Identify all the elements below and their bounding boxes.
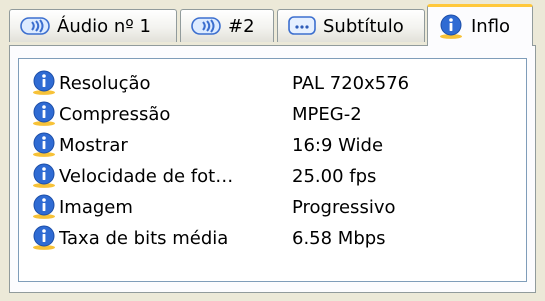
- info-list[interactable]: Resolução PAL 720x576 Compressão MPEG-2: [18, 58, 527, 282]
- list-item: Mostrar 16:9 Wide: [31, 131, 511, 159]
- info-icon: [31, 132, 57, 158]
- info-value: 16:9 Wide: [292, 134, 384, 156]
- info-value: 6.58 Mbps: [292, 227, 386, 249]
- tab-audio-1[interactable]: Áudio nº 1: [9, 9, 177, 42]
- list-item: Imagem Progressivo: [31, 193, 511, 221]
- audio-speaker-icon: [20, 16, 50, 36]
- list-item: Taxa de bits média 6.58 Mbps: [31, 224, 511, 252]
- subtitle-icon: [288, 15, 316, 37]
- info-label: Taxa de bits média: [59, 227, 229, 249]
- info-label: Mostrar: [59, 134, 128, 156]
- info-icon: [31, 163, 57, 189]
- info-icon: [31, 70, 57, 96]
- list-item: Compressão MPEG-2: [31, 100, 511, 128]
- tab-label: Inflo: [471, 16, 511, 37]
- info-icon: [438, 14, 464, 40]
- tab-label: #2: [228, 15, 255, 37]
- audio-speaker-icon: [191, 16, 221, 36]
- info-label: Compressão: [59, 103, 171, 125]
- list-item: Resolução PAL 720x576: [31, 69, 511, 97]
- info-icon: [31, 101, 57, 127]
- info-label: Resolução: [59, 72, 151, 94]
- tab-info[interactable]: Inflo: [427, 4, 533, 46]
- info-icon: [31, 225, 57, 251]
- info-value: MPEG-2: [292, 103, 362, 125]
- tab-label: Áudio nº 1: [57, 15, 151, 37]
- info-value: Progressivo: [292, 196, 396, 218]
- info-icon: [31, 194, 57, 220]
- tab-strip: Áudio nº 1 #2 Subtítulo Inflo: [0, 0, 545, 50]
- tab-subtitle[interactable]: Subtítulo: [277, 9, 425, 42]
- info-value: PAL 720x576: [292, 72, 410, 94]
- info-label: Imagem: [59, 196, 133, 218]
- info-panel: Resolução PAL 720x576 Compressão MPEG-2: [9, 45, 536, 293]
- info-label: Velocidade de fot…: [59, 165, 234, 187]
- info-value: 25.00 fps: [292, 165, 377, 187]
- tab-audio-2[interactable]: #2: [180, 9, 274, 42]
- tab-label: Subtítulo: [323, 15, 404, 37]
- list-item: Velocidade de fot… 25.00 fps: [31, 162, 511, 190]
